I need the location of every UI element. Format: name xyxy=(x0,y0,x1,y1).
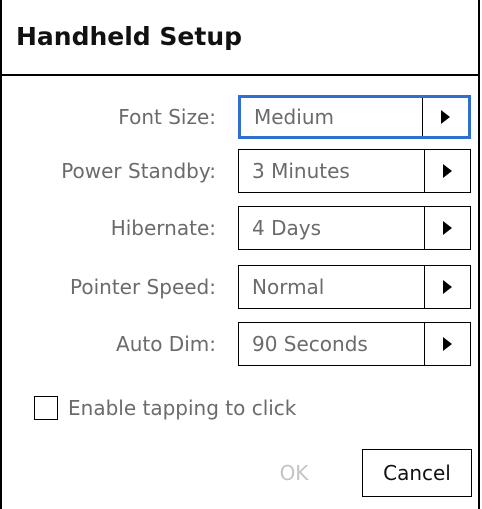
tapping-checkbox[interactable] xyxy=(34,396,58,420)
power-standby-dropdown-button[interactable] xyxy=(424,150,470,192)
triangle-right-icon xyxy=(443,221,452,235)
setting-row-pointer-speed: Pointer Speed: Normal xyxy=(2,265,478,309)
auto-dim-value: 90 Seconds xyxy=(252,332,368,356)
tapping-option[interactable]: Enable tapping to click xyxy=(34,394,296,422)
cancel-button[interactable]: Cancel xyxy=(362,449,472,497)
triangle-right-icon xyxy=(441,110,450,124)
power-standby-value: 3 Minutes xyxy=(252,159,350,183)
dialog-title: Handheld Setup xyxy=(16,22,243,51)
triangle-right-icon xyxy=(443,337,452,351)
hibernate-dropdown-button[interactable] xyxy=(424,207,470,249)
setting-row-font-size: Font Size: Medium xyxy=(2,95,478,139)
hibernate-select[interactable]: 4 Days xyxy=(238,206,471,250)
pointer-speed-select[interactable]: Normal xyxy=(238,265,471,309)
triangle-right-icon xyxy=(443,280,452,294)
handheld-setup-dialog: Handheld Setup Font Size: Medium Power S… xyxy=(0,0,480,509)
triangle-right-icon xyxy=(443,164,452,178)
power-standby-select[interactable]: 3 Minutes xyxy=(238,149,471,193)
setting-row-auto-dim: Auto Dim: 90 Seconds xyxy=(2,322,478,366)
title-divider xyxy=(2,74,478,76)
auto-dim-select[interactable]: 90 Seconds xyxy=(238,322,471,366)
pointer-speed-value: Normal xyxy=(252,275,325,299)
tapping-checkbox-label[interactable]: Enable tapping to click xyxy=(68,396,296,420)
hibernate-label: Hibernate: xyxy=(110,216,216,240)
pointer-speed-dropdown-button[interactable] xyxy=(424,266,470,308)
ok-button[interactable]: OK xyxy=(264,449,324,497)
auto-dim-dropdown-button[interactable] xyxy=(424,323,470,365)
setting-row-power-standby: Power Standby: 3 Minutes xyxy=(2,149,478,193)
hibernate-value: 4 Days xyxy=(252,216,321,240)
font-size-value: Medium xyxy=(254,105,334,129)
font-size-select[interactable]: Medium xyxy=(238,95,471,139)
pointer-speed-label: Pointer Speed: xyxy=(70,275,216,299)
setting-row-hibernate: Hibernate: 4 Days xyxy=(2,206,478,250)
font-size-dropdown-button[interactable] xyxy=(422,98,468,136)
auto-dim-label: Auto Dim: xyxy=(116,332,216,356)
power-standby-label: Power Standby: xyxy=(61,159,216,183)
font-size-label: Font Size: xyxy=(118,105,216,129)
